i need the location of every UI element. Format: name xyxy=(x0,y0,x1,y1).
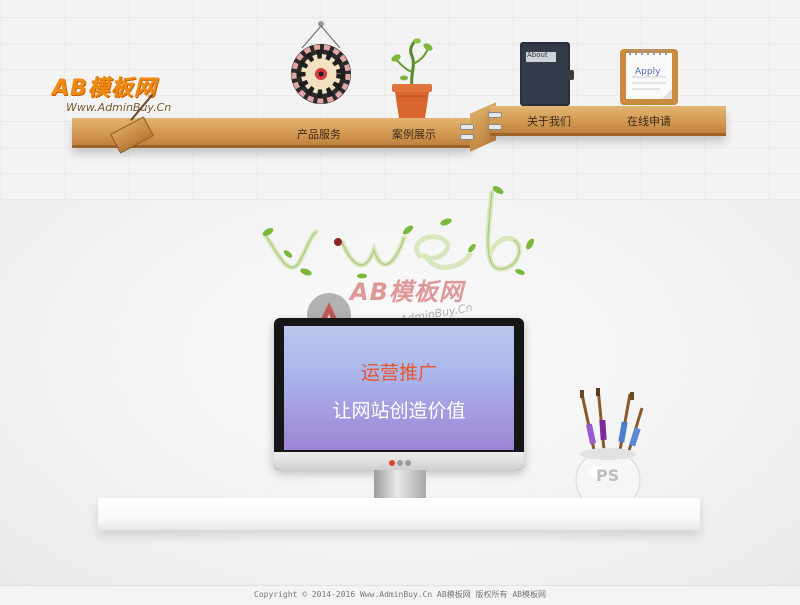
notepad-label: Apply xyxy=(635,67,661,77)
potted-plant-icon xyxy=(386,38,438,120)
about-notebook-icon: About xyxy=(518,40,574,108)
wooden-shelf-right xyxy=(490,106,726,136)
apply-notepad-icon: Apply xyxy=(618,45,680,107)
white-shelf xyxy=(98,498,700,530)
monitor-screen xyxy=(284,326,514,450)
slide-dot[interactable] xyxy=(397,460,403,466)
nav-item-products[interactable]: 产品服务 xyxy=(297,126,341,142)
shelf-hinge-icon xyxy=(460,124,474,130)
banner-subtitle: 让网站创造价值 xyxy=(332,400,466,422)
shelf-hinge-icon xyxy=(488,112,502,118)
nav-item-about[interactable]: 关于我们 xyxy=(527,113,571,129)
banner-title: 运营推广 xyxy=(360,362,437,384)
footer: Copyright © 2014-2016 Www.AdminBuy.Cn AB… xyxy=(0,585,800,605)
nav-item-cases[interactable]: 案例展示 xyxy=(392,126,436,142)
copyright-text: Copyright © 2014-2016 Www.AdminBuy.Cn AB… xyxy=(254,590,546,599)
shelf-hinge-icon xyxy=(460,134,474,140)
dartboard-icon xyxy=(288,20,354,106)
nav-item-apply[interactable]: 在线申请 xyxy=(627,113,671,129)
ps-brush-pot-icon: PS xyxy=(562,387,654,512)
watermark-brand-text: AB模板网 xyxy=(350,278,464,306)
notebook-label: About xyxy=(527,51,548,59)
slide-dot[interactable] xyxy=(389,460,395,466)
shelf-hinge-icon xyxy=(488,124,502,130)
logo-brand-text: AB模板网 xyxy=(52,76,157,101)
slide-dot[interactable] xyxy=(405,460,411,466)
header: AB模板网 Www.AdminBuy.Cn About Apply 产品服务 案… xyxy=(0,0,800,200)
brush-pot-label: PS xyxy=(596,466,620,485)
